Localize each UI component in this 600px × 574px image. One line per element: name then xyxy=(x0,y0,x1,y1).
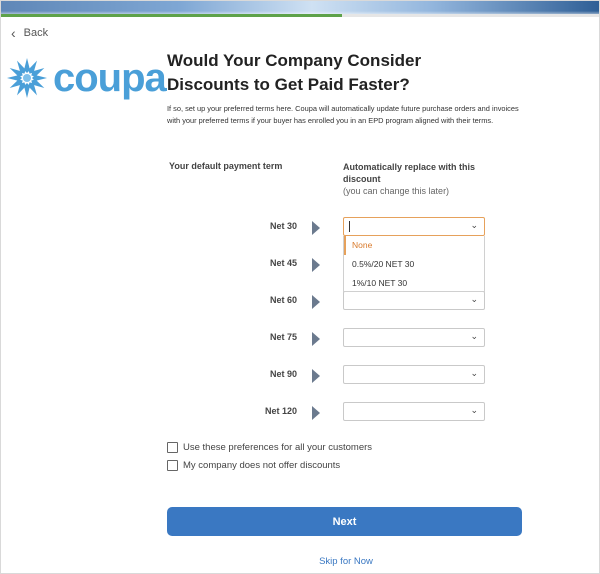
chevron-down-icon: ⌄ xyxy=(470,331,478,341)
discount-dropdown-menu: None 0.5%/20 NET 30 1%/10 NET 30 xyxy=(343,236,485,292)
term-label: Net 75 xyxy=(269,332,297,342)
arrow-right-icon xyxy=(312,369,320,383)
chevron-down-icon: ⌄ xyxy=(470,405,478,415)
page-title: Would Your Company Consider Discounts to… xyxy=(167,51,422,94)
term-label: Net 60 xyxy=(269,295,297,305)
progress-fill xyxy=(1,14,342,17)
term-label: Net 120 xyxy=(264,406,297,416)
coupa-logo: coupa xyxy=(5,56,167,100)
default-term-header: Your default payment term xyxy=(169,161,283,171)
no-discounts-option: My company does not offer discounts xyxy=(167,460,340,471)
use-for-all-label[interactable]: Use these preferences for all your custo… xyxy=(183,442,372,453)
chevron-down-icon: ⌄ xyxy=(470,220,478,230)
starburst-icon xyxy=(7,58,47,98)
term-row-net-60: Net 60 ⌄ xyxy=(1,291,599,311)
dropdown-option-none[interactable]: None xyxy=(344,236,484,255)
back-label: Back xyxy=(23,27,49,39)
next-button[interactable]: Next xyxy=(167,507,522,536)
arrow-right-icon xyxy=(312,332,320,346)
progress-bar xyxy=(1,14,599,17)
text-cursor xyxy=(349,221,350,232)
term-row-net-75: Net 75 ⌄ xyxy=(1,328,599,348)
discount-header: Automatically replace with this discount… xyxy=(343,161,493,197)
chevron-down-icon: ⌄ xyxy=(470,294,478,304)
discount-header-subtitle: (you can change this later) xyxy=(343,186,450,196)
no-discounts-checkbox[interactable] xyxy=(167,460,178,471)
app-frame: ‹ Back coupa Would Your Company Consider… xyxy=(0,0,600,574)
term-row-net-120: Net 120 ⌄ xyxy=(1,402,599,422)
arrow-right-icon xyxy=(312,221,320,235)
term-label: Net 90 xyxy=(269,369,297,379)
logo-text: coupa xyxy=(53,56,167,100)
use-for-all-checkbox[interactable] xyxy=(167,442,178,453)
discount-select-net-30[interactable]: ⌄ xyxy=(343,217,485,236)
term-label: Net 45 xyxy=(269,258,297,268)
discount-select-net-90[interactable]: ⌄ xyxy=(343,365,485,384)
term-row-net-30: Net 30 ⌄ xyxy=(1,217,599,237)
arrow-right-icon xyxy=(312,295,320,309)
discount-select-net-120[interactable]: ⌄ xyxy=(343,402,485,421)
chevron-down-icon: ⌄ xyxy=(470,368,478,378)
skip-for-now-link[interactable]: Skip for Now xyxy=(301,556,391,567)
term-label: Net 30 xyxy=(269,221,297,231)
discount-header-title: Automatically replace with this discount xyxy=(343,162,476,184)
discount-select-net-60[interactable]: ⌄ xyxy=(343,291,485,310)
dropdown-option-05-20[interactable]: 0.5%/20 NET 30 xyxy=(344,255,484,274)
use-for-all-option: Use these preferences for all your custo… xyxy=(167,442,372,453)
page-description: If so, set up your preferred terms here.… xyxy=(167,104,519,125)
back-button[interactable]: ‹ Back xyxy=(11,25,49,41)
term-row-net-90: Net 90 ⌄ xyxy=(1,365,599,385)
arrow-right-icon xyxy=(312,406,320,420)
arrow-right-icon xyxy=(312,258,320,272)
discount-select-net-75[interactable]: ⌄ xyxy=(343,328,485,347)
no-discounts-label[interactable]: My company does not offer discounts xyxy=(183,460,340,471)
dropdown-option-1-10[interactable]: 1%/10 NET 30 xyxy=(344,274,484,293)
chevron-left-icon: ‹ xyxy=(11,25,16,41)
term-row-net-45: Net 45 ⌄ xyxy=(1,254,599,274)
